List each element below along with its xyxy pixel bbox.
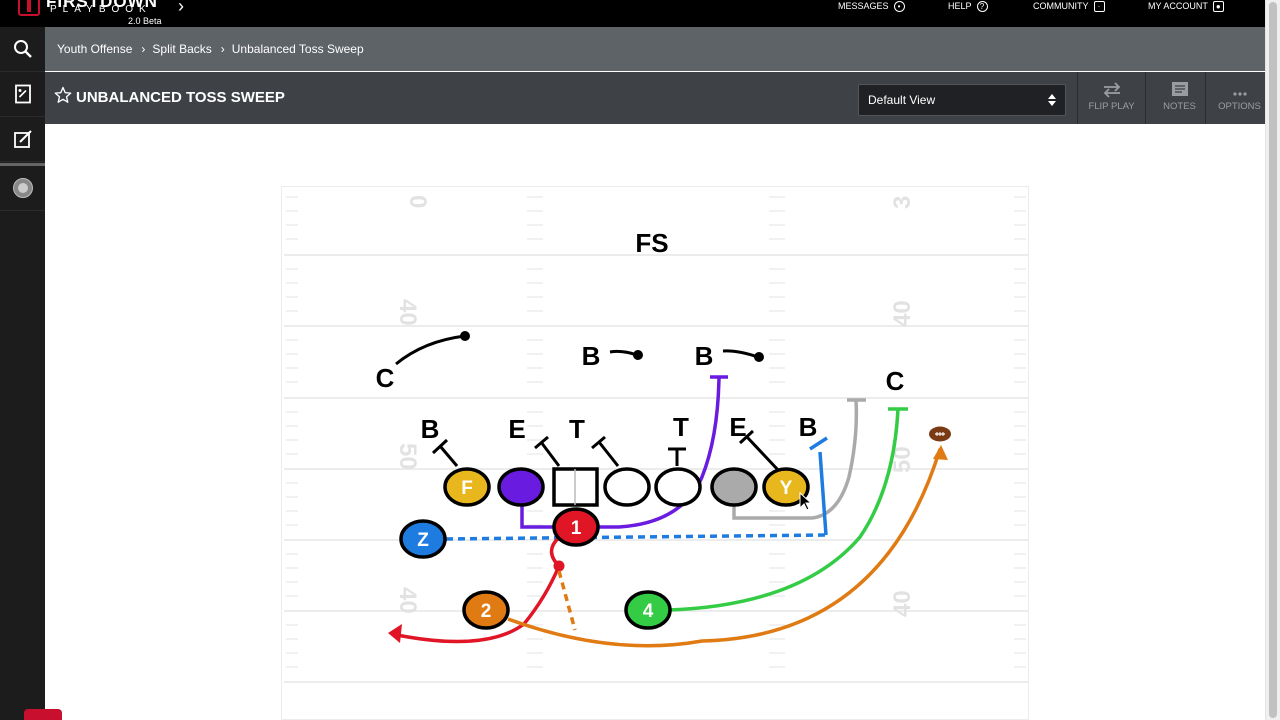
yard-number: 40 (889, 300, 916, 327)
chat-bubble-icon: · (1093, 0, 1105, 12)
qb-route-arrow (388, 624, 402, 643)
defender-b-right[interactable]: B (799, 412, 818, 442)
flip-play-label: FLIP PLAY (1088, 101, 1135, 112)
tackle-left-block (597, 441, 620, 467)
defender-b-mid1[interactable]: B (582, 341, 601, 371)
search-icon (13, 40, 32, 58)
notes-button[interactable]: NOTES (1145, 72, 1213, 124)
player-y-label: Y (780, 478, 793, 499)
player-4-label: 4 (643, 601, 654, 622)
nav-messages[interactable]: MESSAGES • (838, 0, 905, 12)
defense-labels: FS C C B B B E T T E B (376, 228, 905, 444)
nav-my-account[interactable]: MY ACCOUNT ● (1148, 0, 1224, 12)
player-qb-label: 1 (571, 518, 582, 539)
team-logo-icon (12, 178, 33, 198)
swap-arrows-icon (1103, 82, 1121, 98)
view-select[interactable]: Default View (858, 84, 1066, 116)
backer-left-block (438, 445, 459, 467)
breadcrumb-item[interactable]: Youth Offense (57, 42, 132, 56)
player-tackle-right[interactable] (654, 467, 702, 507)
sidebar-search[interactable] (0, 27, 45, 72)
play-header: UNBALANCED TOSS SWEEP Default View FLIP … (45, 72, 1265, 124)
nav-label: COMMUNITY (1033, 1, 1089, 11)
player-z-label: Z (417, 530, 429, 551)
breadcrumb-item[interactable]: Split Backs (152, 42, 211, 56)
backer-mid2-route-end (754, 352, 764, 362)
chevron-right-icon: › (220, 42, 225, 56)
backer-mid1-route-end (633, 350, 643, 360)
yard-number: 40 (889, 590, 916, 617)
sidebar-team[interactable] (0, 166, 45, 211)
star-icon[interactable] (54, 86, 72, 104)
defender-b-left[interactable]: B (421, 414, 440, 444)
corner-left-route (395, 334, 466, 366)
brand-logo-icon[interactable] (18, 0, 40, 16)
left-sidebar (0, 27, 62, 720)
player-gray-te[interactable] (710, 467, 758, 507)
top-bar: FIRSTDOWN PLAYBOOK 2.0 Beta › MESSAGES •… (0, 0, 1280, 27)
flip-play-button[interactable]: FLIP PLAY (1077, 72, 1145, 124)
chevron-right-icon: › (141, 42, 146, 56)
yard-number: 40 (394, 299, 421, 326)
brand-version: 2.0 Beta (128, 16, 162, 26)
nav-label: HELP (948, 1, 972, 11)
page-title: UNBALANCED TOSS SWEEP (76, 89, 285, 106)
notes-icon (1172, 82, 1188, 96)
defender-t-left[interactable]: T (569, 414, 585, 444)
nav-label: MY ACCOUNT (1148, 1, 1208, 11)
defender-fs[interactable]: FS (635, 228, 668, 258)
qb-pitch-point (553, 560, 565, 572)
orange-route-arrow (933, 445, 948, 460)
pitch-route (557, 570, 577, 631)
scrollbar-thumb[interactable] (1269, 2, 1277, 718)
defender-c-left[interactable]: C (376, 363, 395, 393)
player-f-label: F (461, 478, 473, 499)
defender-t-right[interactable]: T (673, 412, 689, 442)
yard-number: 3 (889, 196, 916, 209)
help-circle-icon: ? (976, 0, 988, 12)
page-scrollbar[interactable] (1265, 0, 1280, 720)
defender-b-mid2[interactable]: B (695, 341, 714, 371)
player-guard-right[interactable] (603, 467, 651, 507)
notes-label: NOTES (1163, 101, 1196, 112)
app-root: FIRSTDOWN PLAYBOOK 2.0 Beta › MESSAGES •… (0, 0, 1280, 720)
sidebar-edit[interactable] (0, 117, 45, 162)
player-purple-te[interactable] (497, 467, 545, 507)
sidebar-playbook[interactable] (0, 72, 45, 117)
brand-subname: PLAYBOOK (50, 4, 152, 15)
options-label: OPTIONS (1218, 101, 1261, 112)
chevron-right-icon[interactable]: › (178, 0, 184, 15)
backer-mid1-route (609, 349, 638, 357)
defender-e-right[interactable]: E (729, 412, 746, 442)
nav-label: MESSAGES (838, 1, 889, 11)
options-button[interactable]: OPTIONS (1205, 72, 1273, 124)
breadcrumb-item[interactable]: Unbalanced Toss Sweep (232, 42, 364, 56)
yard-number: 0 (404, 195, 431, 208)
football-icon (929, 426, 951, 442)
yard-numbers: 0 3 40 40 50 50 40 40 (394, 195, 916, 617)
breadcrumb: Youth Offense › Split Backs › Unbalanced… (45, 27, 1265, 71)
view-select-value: Default View (868, 93, 936, 107)
yard-number: 50 (394, 443, 421, 470)
z-motion-route (445, 533, 827, 541)
play-diagram[interactable]: 0 3 40 40 50 50 40 40 FS C C B B B E T T… (281, 186, 1029, 720)
defender-e-left[interactable]: E (508, 414, 525, 444)
end-left-block (539, 441, 561, 467)
select-arrows-icon (1048, 94, 1056, 106)
edit-icon (13, 130, 32, 148)
player-2-label: 2 (481, 601, 492, 622)
blue-route (818, 451, 828, 536)
defender-c-right[interactable]: C (886, 366, 905, 396)
more-dots-icon (1233, 92, 1247, 96)
backer-mid2-route (722, 349, 759, 359)
yard-number: 40 (394, 587, 421, 614)
chat-launcher-tab[interactable] (24, 709, 62, 720)
bell-icon: • (893, 0, 905, 12)
corner-left-route-end (460, 331, 470, 341)
account-icon: ● (1212, 0, 1224, 12)
nav-help[interactable]: HELP ? (948, 0, 988, 12)
playbook-icon (14, 84, 31, 104)
field-canvas[interactable]: 0 3 40 40 50 50 40 40 FS C C B B B E T T… (282, 187, 1030, 720)
nav-community[interactable]: COMMUNITY · (1033, 0, 1105, 12)
